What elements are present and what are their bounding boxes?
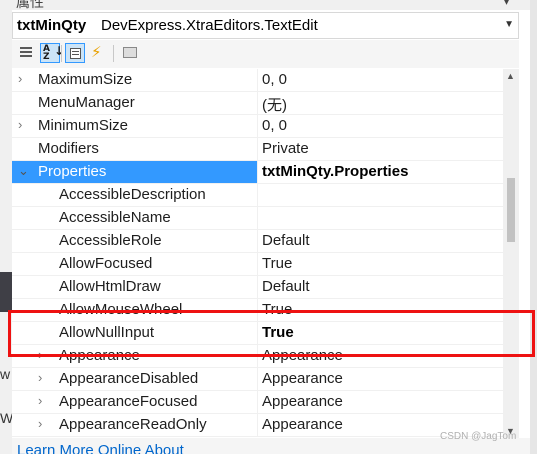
window-border-right xyxy=(530,0,537,454)
toolbar-separator xyxy=(61,45,62,62)
collapse-chevron-icon[interactable]: ⌄ xyxy=(18,163,29,179)
property-name: Modifiers xyxy=(38,140,99,157)
panel-title: 属性 xyxy=(16,0,44,10)
property-row-menumanager[interactable]: MenuManager (无) xyxy=(12,92,504,115)
component-type: DevExpress.XtraEditors.TextEdit xyxy=(101,17,318,34)
property-name: AppearanceFocused xyxy=(59,393,198,410)
property-value[interactable]: Private xyxy=(262,140,309,157)
component-selector[interactable]: txtMinQty DevExpress.XtraEditors.TextEdi… xyxy=(12,12,519,39)
property-value[interactable]: (无) xyxy=(262,94,287,115)
property-name: Properties xyxy=(38,163,107,180)
property-value[interactable]: True xyxy=(262,255,292,272)
property-name: MenuManager xyxy=(38,94,135,111)
property-row-maximumsize[interactable]: › MaximumSize 0, 0 xyxy=(12,69,504,92)
component-name: txtMinQty xyxy=(17,17,87,34)
property-value[interactable]: Appearance xyxy=(262,370,343,387)
categorized-button[interactable] xyxy=(16,43,36,63)
property-row-appearancefocused[interactable]: › AppearanceFocused Appearance xyxy=(12,391,504,414)
property-name: MinimumSize xyxy=(38,117,129,134)
property-row-modifiers[interactable]: Modifiers Private xyxy=(12,138,504,161)
expand-chevron-icon[interactable]: › xyxy=(18,117,22,132)
panel-title-bar: 属性 ▾ xyxy=(12,0,530,10)
property-name: AppearanceDisabled xyxy=(59,370,199,387)
annotation-highlight-box xyxy=(8,310,535,357)
property-value[interactable]: Default xyxy=(262,278,310,295)
property-row-appearancereadonly[interactable]: › AppearanceReadOnly Appearance xyxy=(12,414,504,437)
properties-icon xyxy=(70,48,81,59)
property-pages-button[interactable] xyxy=(120,43,140,63)
panel-menu-icon[interactable]: ▾ xyxy=(503,0,510,9)
toolbar-separator xyxy=(113,45,114,62)
background-letter: w xyxy=(0,366,11,382)
property-name: AllowHtmlDraw xyxy=(59,278,161,295)
property-value[interactable]: Default xyxy=(262,232,310,249)
scrollbar-thumb[interactable] xyxy=(507,178,515,242)
events-button[interactable]: ⚡ xyxy=(87,43,107,63)
property-value[interactable]: Appearance xyxy=(262,416,343,433)
property-name: MaximumSize xyxy=(38,71,133,88)
dropdown-arrow-icon[interactable]: ▼ xyxy=(504,19,514,30)
property-row-appearancedisabled[interactable]: › AppearanceDisabled Appearance xyxy=(12,368,504,391)
property-value[interactable]: Appearance xyxy=(262,393,343,410)
property-value[interactable]: 0, 0 xyxy=(262,117,287,134)
property-name: AppearanceReadOnly xyxy=(59,416,207,433)
background-dark-band xyxy=(0,272,12,312)
expand-chevron-icon[interactable]: › xyxy=(38,416,42,431)
property-grid: › MaximumSize 0, 0 MenuManager (无) › Min… xyxy=(12,69,519,438)
property-name: AllowFocused xyxy=(59,255,153,272)
scroll-up-arrow-icon[interactable]: ▲ xyxy=(506,71,515,81)
property-row-accessiblename[interactable]: AccessibleName xyxy=(12,207,504,230)
background-window-strip: w W xyxy=(0,0,13,454)
properties-button[interactable] xyxy=(65,43,85,63)
property-row-properties[interactable]: ⌄ Properties txtMinQty.Properties xyxy=(12,161,504,184)
property-pages-icon xyxy=(123,47,137,58)
property-name: AccessibleDescription xyxy=(59,186,206,203)
property-value[interactable]: 0, 0 xyxy=(262,71,287,88)
sort-az-icon: AZ ↓ xyxy=(43,44,65,62)
property-row-allowfocused[interactable]: AllowFocused True xyxy=(12,253,504,276)
property-name: AccessibleRole xyxy=(59,232,162,249)
properties-window: w W 属性 ▾ txtMinQty DevExpress.XtraEditor… xyxy=(0,0,537,454)
property-name: AccessibleName xyxy=(59,209,171,226)
expand-chevron-icon[interactable]: › xyxy=(38,393,42,408)
property-row-allowhtmldraw[interactable]: AllowHtmlDraw Default xyxy=(12,276,504,299)
learn-more-link[interactable]: Learn More Online About xyxy=(17,442,184,454)
property-toolbar: AZ ↓ ⚡ xyxy=(12,40,519,68)
expand-chevron-icon[interactable]: › xyxy=(18,71,22,86)
property-row-accessiblerole[interactable]: AccessibleRole Default xyxy=(12,230,504,253)
alphabetical-button[interactable]: AZ ↓ xyxy=(40,43,65,63)
property-row-minimumsize[interactable]: › MinimumSize 0, 0 xyxy=(12,115,504,138)
categorized-icon xyxy=(20,47,32,59)
property-value[interactable]: txtMinQty.Properties xyxy=(262,163,408,180)
expand-chevron-icon[interactable]: › xyxy=(38,370,42,385)
property-row-accessibledescription[interactable]: AccessibleDescription xyxy=(12,184,504,207)
watermark: CSDN @JagTom xyxy=(440,431,517,442)
vertical-scrollbar[interactable]: ▲ ▼ xyxy=(503,69,519,438)
lightning-icon: ⚡ xyxy=(91,44,102,61)
